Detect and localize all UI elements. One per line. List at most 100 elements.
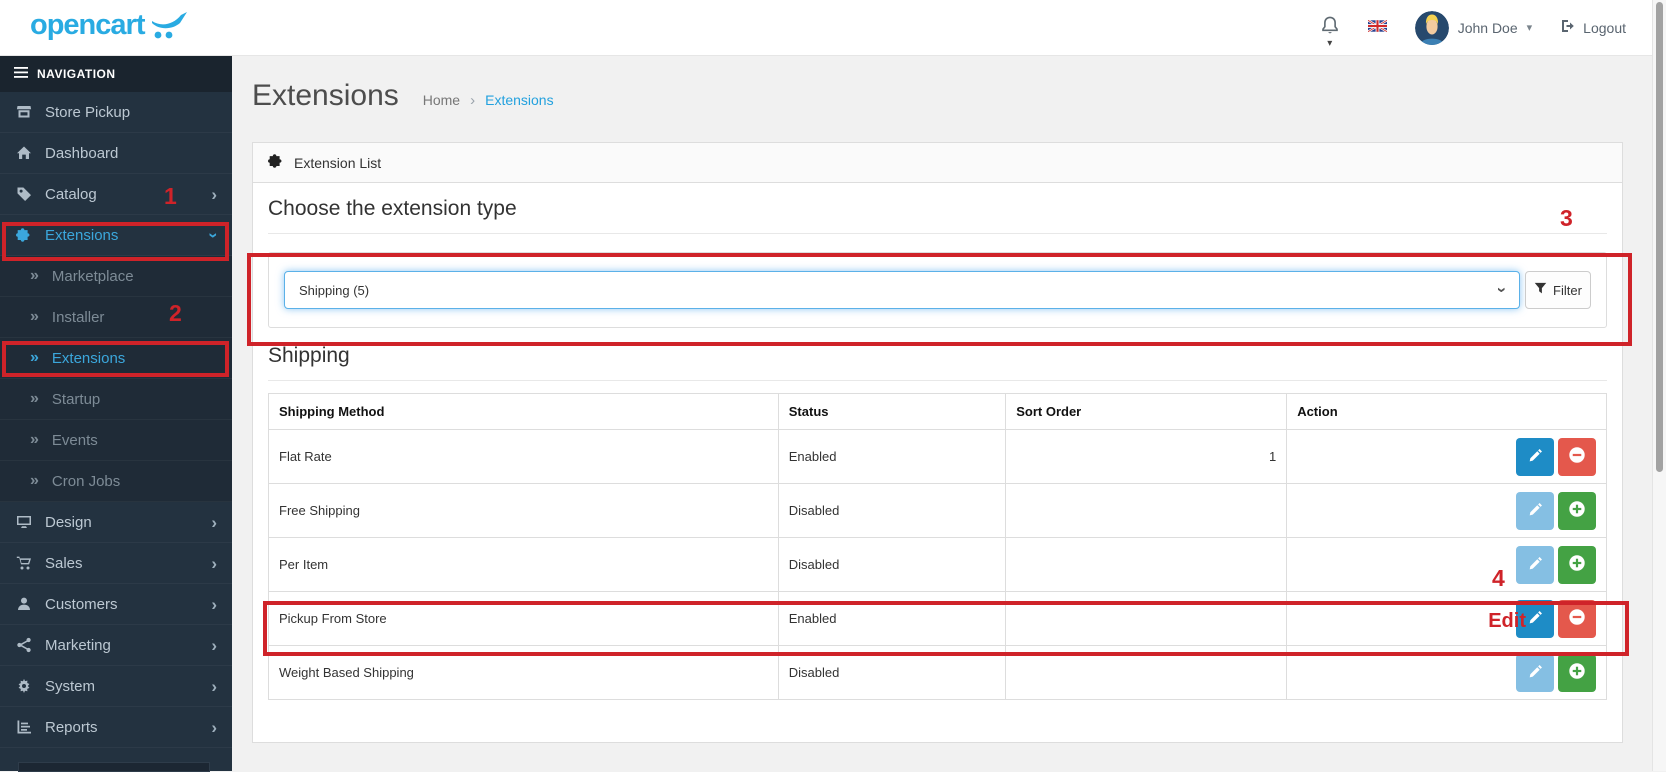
method-cell: Flat Rate (269, 430, 779, 484)
sidebar: NAVIGATION Store Pickup Dashboard Catalo… (0, 56, 232, 771)
sidebar-item-label: Design (45, 514, 92, 531)
home-icon (15, 145, 32, 161)
pencil-icon (1528, 610, 1543, 628)
sort-order-cell (1006, 538, 1287, 592)
sidebar-item-design[interactable]: Design › (0, 502, 232, 543)
sidebar-item-label: Store Pickup (45, 104, 130, 121)
method-cell: Free Shipping (269, 484, 779, 538)
col-action: Action (1287, 394, 1607, 430)
uninstall-button[interactable] (1558, 600, 1596, 638)
sort-order-cell (1006, 484, 1287, 538)
scrollbar-thumb[interactable] (1656, 2, 1663, 472)
sidebar-item-events[interactable]: » Events (0, 420, 232, 461)
edit-button-disabled[interactable] (1516, 492, 1554, 530)
uk-flag-icon (1368, 20, 1387, 35)
double-chevron-icon: » (30, 268, 39, 284)
sidebar-item-label: Marketing (45, 637, 111, 654)
cart-icon (15, 555, 32, 571)
pencil-icon (1528, 448, 1543, 466)
sidebar-item-label: Marketplace (52, 268, 134, 285)
notifications-button[interactable]: ▾ (1320, 15, 1340, 40)
extension-type-select[interactable]: Shipping (5) › (284, 271, 1520, 309)
chevron-right-icon: › (211, 596, 217, 613)
sidebar-item-catalog[interactable]: Catalog › (0, 174, 232, 215)
user-menu[interactable]: John Doe ▾ (1415, 11, 1532, 45)
sidebar-item-label: Catalog (45, 186, 97, 203)
edit-pickup-from-store-button[interactable] (1516, 600, 1554, 638)
page-title: Extensions (252, 77, 399, 115)
col-sort-order: Sort Order (1006, 394, 1287, 430)
scrollbar-track[interactable] (1652, 0, 1666, 771)
breadcrumb-separator-icon: › (470, 92, 475, 109)
install-button[interactable] (1558, 546, 1596, 584)
sidebar-item-reports[interactable]: Reports › (0, 707, 232, 748)
table-row-per-item: Per Item Disabled (269, 538, 1607, 592)
tag-icon (15, 186, 32, 202)
breadcrumb-extensions-link[interactable]: Extensions (485, 92, 553, 108)
filter-label: Filter (1553, 283, 1582, 298)
table-row-weight-based-shipping: Weight Based Shipping Disabled (269, 646, 1607, 700)
sidebar-item-marketplace[interactable]: » Marketplace (0, 256, 232, 297)
double-chevron-icon: » (30, 473, 39, 489)
panel-body: Choose the extension type Shipping (5) ›… (253, 197, 1622, 718)
sidebar-item-marketing[interactable]: Marketing › (0, 625, 232, 666)
status-cell: Disabled (778, 646, 1005, 700)
sidebar-item-label: Startup (52, 391, 100, 408)
status-cell: Enabled (778, 430, 1005, 484)
status-cell: Disabled (778, 484, 1005, 538)
breadcrumb-home-link[interactable]: Home (423, 92, 460, 108)
pencil-icon (1528, 664, 1543, 682)
logout-button[interactable]: Logout (1560, 18, 1626, 37)
sidebar-item-cron-jobs[interactable]: » Cron Jobs (0, 461, 232, 502)
language-button[interactable] (1368, 20, 1387, 35)
sidebar-item-customers[interactable]: Customers › (0, 584, 232, 625)
sidebar-item-store-pickup[interactable]: Store Pickup (0, 92, 232, 133)
breadcrumb: Home › Extensions (423, 92, 554, 109)
chevron-down-icon: › (1492, 287, 1512, 293)
panel-title: Extension List (294, 155, 381, 171)
edit-button-disabled[interactable] (1516, 546, 1554, 584)
table-row-free-shipping: Free Shipping Disabled (269, 484, 1607, 538)
method-cell: Pickup From Store (269, 592, 779, 646)
gear-icon (15, 678, 32, 694)
sort-order-cell: 1 (1006, 430, 1287, 484)
opencart-logo-text: opencart (30, 10, 144, 40)
install-button[interactable] (1558, 654, 1596, 692)
sidebar-item-label: Reports (45, 719, 98, 736)
chevron-right-icon: › (211, 186, 217, 203)
status-cell: Disabled (778, 538, 1005, 592)
sidebar-item-label: Extensions (45, 227, 118, 244)
edit-button-disabled[interactable] (1516, 654, 1554, 692)
shipping-heading: Shipping (268, 344, 1607, 381)
minus-circle-icon (1566, 606, 1588, 631)
edit-button[interactable] (1516, 438, 1554, 476)
plus-circle-icon (1566, 552, 1588, 577)
share-icon (15, 637, 32, 653)
col-status: Status (778, 394, 1005, 430)
sidebar-item-system[interactable]: System › (0, 666, 232, 707)
sidebar-navigation-header: NAVIGATION (0, 56, 232, 92)
filter-funnel-icon (1534, 282, 1547, 298)
hamburger-icon (14, 67, 28, 81)
chevron-right-icon: › (211, 514, 217, 531)
sidebar-item-installer[interactable]: » Installer (0, 297, 232, 338)
sidebar-item-label: Installer (52, 309, 105, 326)
sidebar-item-extensions-sub[interactable]: » Extensions (0, 338, 232, 379)
table-row-pickup-from-store: Pickup From Store Enabled (269, 592, 1607, 646)
extension-type-well: Shipping (5) › Filter (268, 252, 1607, 328)
uninstall-button[interactable] (1558, 438, 1596, 476)
install-button[interactable] (1558, 492, 1596, 530)
sidebar-item-extensions[interactable]: Extensions › (0, 215, 232, 256)
logout-label: Logout (1583, 20, 1626, 36)
sidebar-item-label: Customers (45, 596, 118, 613)
opencart-logo[interactable]: opencart (30, 10, 190, 45)
panel-heading: Extension List (253, 143, 1622, 183)
filter-button[interactable]: Filter (1525, 271, 1591, 309)
sidebar-item-sales[interactable]: Sales › (0, 543, 232, 584)
top-bar: opencart ▾ (0, 0, 1666, 56)
sidebar-item-dashboard[interactable]: Dashboard (0, 133, 232, 174)
choose-extension-type-heading: Choose the extension type (268, 197, 1607, 234)
status-cell: Enabled (778, 592, 1005, 646)
plus-circle-icon (1566, 498, 1588, 523)
sidebar-item-startup[interactable]: » Startup (0, 379, 232, 420)
